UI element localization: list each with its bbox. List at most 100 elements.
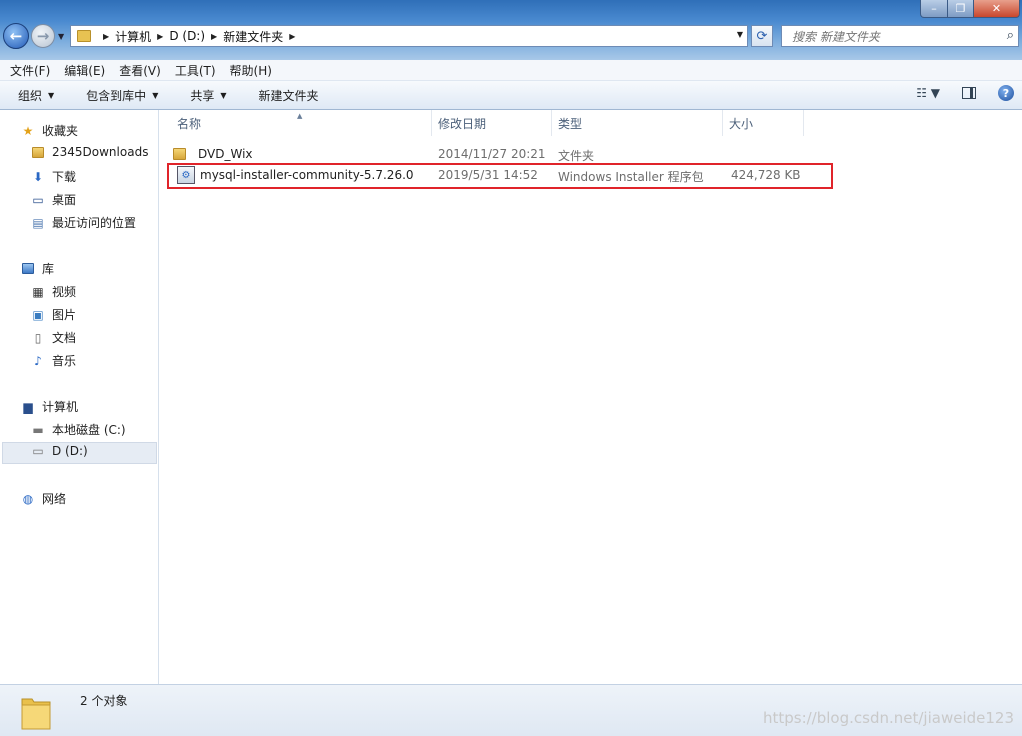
sidebar-item-label: 2345Downloads [52,145,149,159]
network-icon: ◍ [22,491,34,506]
recent-places-icon: ▤ [32,215,44,230]
include-in-library-label: 包含到库中 [86,88,147,103]
sidebar-item-label: 最近访问的位置 [52,216,137,230]
document-icon: ▯ [34,330,42,345]
chevron-down-icon: ▼ [152,90,159,100]
sidebar-item-label: 图片 [52,308,77,322]
desktop-icon: ▭ [32,192,44,207]
view-controls: ☷ ▼ ? [916,85,1014,101]
sidebar-group-libraries[interactable]: 库 [20,260,54,277]
sidebar-item-recent-places[interactable]: ▤ 最近访问的位置 [30,214,136,231]
sidebar-item-desktop[interactable]: ▭ 桌面 [30,191,76,208]
menu-view[interactable]: 查看(V) [119,62,161,79]
folder-icon [21,698,51,730]
sidebar-group-label: 收藏夹 [42,124,79,138]
library-icon [20,262,36,276]
column-divider[interactable] [722,110,723,136]
address-dropdown-icon[interactable]: ▼ [737,30,743,39]
column-divider[interactable] [551,110,552,136]
minimize-button[interactable]: – [920,0,948,18]
command-bar: 组织 ▼ 包含到库中 ▼ 共享 ▼ 新建文件夹 ☷ ▼ ? [0,81,1022,110]
watermark-text: https://blog.csdn.net/jiaweide123 [762,709,1014,727]
menu-bar: 文件(F) 编辑(E) 查看(V) 工具(T) 帮助(H) [0,60,1022,81]
column-header-label: 类型 [558,116,583,131]
sidebar-item-2345downloads[interactable]: 2345Downloads [30,145,148,159]
sidebar-item-label: 桌面 [52,193,77,207]
navigation-pane: ★ 收藏夹 2345Downloads ⬇ 下载 ▭ 桌面 ▤ 最近访问的位置 … [0,110,159,684]
sidebar-item-label: 音乐 [52,354,77,368]
sidebar-group-label: 计算机 [42,400,79,414]
video-icon: ▦ [32,284,44,299]
share-button[interactable]: 共享 ▼ [190,87,226,104]
chevron-right-icon[interactable]: ▶ [289,32,295,41]
breadcrumb-new-folder[interactable]: 新建文件夹 [223,28,283,45]
help-icon[interactable]: ? [998,85,1014,101]
window-controls: – ❐ ✕ [920,0,1020,18]
folder-icon [77,30,91,42]
sidebar-item-local-disk-c[interactable]: ▬ 本地磁盘 (C:) [30,421,125,438]
star-icon: ★ [22,123,34,138]
sort-ascending-icon: ▲ [297,112,303,120]
sidebar-item-label: 视频 [52,285,77,299]
organize-button[interactable]: 组织 ▼ [18,87,54,104]
column-header-size[interactable]: 大小 [729,110,753,136]
search-box[interactable]: ⌕ [781,25,1019,47]
sidebar-item-pictures[interactable]: ▣ 图片 [30,306,76,323]
chevron-down-icon: ▼ [48,90,55,100]
sidebar-group-label: 网络 [42,492,67,506]
folder-icon [30,145,46,159]
chevron-right-icon[interactable]: ▶ [157,32,163,41]
file-list: ▲ 名称 修改日期 类型 大小 DVD_Wix 2014/11/27 20:21… [159,110,1022,684]
table-row[interactable]: DVD_Wix [173,144,253,164]
breadcrumb-computer[interactable]: 计算机 [115,28,151,45]
column-divider[interactable] [803,110,804,136]
view-options-icon[interactable]: ☷ ▼ [916,86,940,100]
chevron-right-icon[interactable]: ▶ [103,32,109,41]
sidebar-item-label: 下载 [52,170,77,184]
breadcrumb-drive-d[interactable]: D (D:) [169,29,205,43]
back-button[interactable]: ← [3,23,29,49]
forward-button[interactable]: → [31,24,55,48]
recent-pages-dropdown-icon[interactable]: ▼ [58,32,64,41]
organize-label: 组织 [18,88,43,103]
sidebar-item-label: 文档 [52,331,77,345]
column-header-label: 大小 [729,116,754,131]
share-label: 共享 [190,88,215,103]
column-header-date[interactable]: 修改日期 [438,110,486,136]
preview-pane-icon[interactable] [962,87,976,99]
drive-icon: ▭ [32,444,44,458]
maximize-button[interactable]: ❐ [948,0,974,18]
sidebar-group-computer[interactable]: ▆ 计算机 [20,398,78,415]
menu-file[interactable]: 文件(F) [10,62,50,79]
new-folder-label: 新建文件夹 [258,88,319,103]
sidebar-item-music[interactable]: ♪ 音乐 [30,352,76,369]
downloads-folder-icon: ⬇ [32,169,44,184]
sidebar-item-downloads[interactable]: ⬇ 下载 [30,168,76,185]
search-input[interactable] [790,28,994,46]
chevron-right-icon[interactable]: ▶ [211,32,217,41]
sidebar-item-documents[interactable]: ▯ 文档 [30,329,76,346]
sidebar-group-network[interactable]: ◍ 网络 [20,490,66,507]
details-pane: 2 个对象 https://blog.csdn.net/jiaweide123 [0,684,1022,736]
sidebar-group-favorites[interactable]: ★ 收藏夹 [20,122,78,139]
column-header-type[interactable]: 类型 [558,110,582,136]
system-drive-icon: ▬ [32,422,44,437]
new-folder-button[interactable]: 新建文件夹 [259,87,319,104]
include-in-library-button[interactable]: 包含到库中 ▼ [86,87,158,104]
sidebar-item-videos[interactable]: ▦ 视频 [30,283,76,300]
column-divider[interactable] [431,110,432,136]
search-icon[interactable]: ⌕ [1007,28,1014,43]
menu-edit[interactable]: 编辑(E) [64,62,105,79]
music-icon: ♪ [34,353,42,368]
column-header-name[interactable]: 名称 [177,110,201,136]
annotation-highlight-box [167,163,833,189]
menu-tools[interactable]: 工具(T) [175,62,216,79]
sidebar-item-drive-d[interactable]: ▭ D (D:) [30,444,87,458]
refresh-button[interactable]: ⟳ [751,25,773,47]
title-bar: – ❐ ✕ ← → ▼ ▶ 计算机 ▶ D (D:) ▶ 新建文件夹 ▶ ▼ ⟳… [0,0,1022,60]
menu-help[interactable]: 帮助(H) [230,62,272,79]
folder-icon [173,148,191,160]
address-bar[interactable]: ▶ 计算机 ▶ D (D:) ▶ 新建文件夹 ▶ ▼ [70,25,748,47]
close-button[interactable]: ✕ [974,0,1020,18]
file-type: 文件夹 [558,149,595,163]
